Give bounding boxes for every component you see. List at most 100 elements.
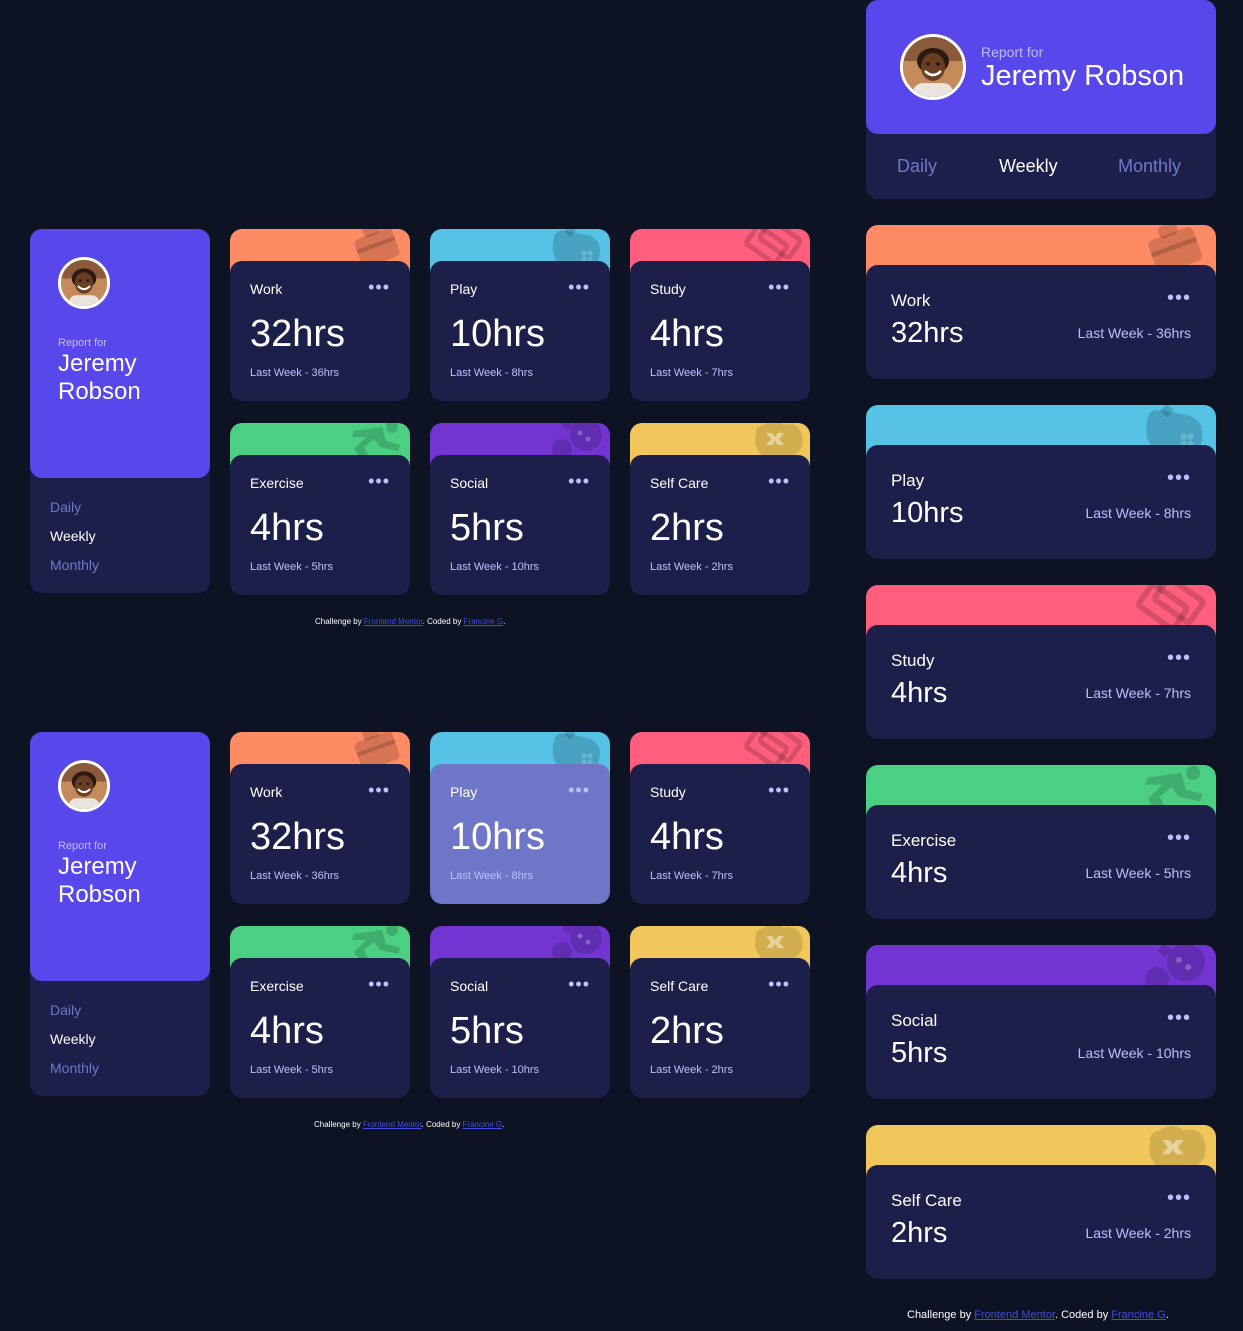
activity-card-exercise[interactable]: Exercise ••• 4hrs Last Week - 5hrs — [230, 423, 410, 595]
attribution-footer: Challenge by Frontend Mentor. Coded by F… — [907, 1309, 1169, 1321]
activity-title: Exercise — [250, 978, 304, 994]
activity-previous: Last Week - 5hrs — [250, 1064, 333, 1076]
activity-title: Work — [250, 784, 283, 800]
person-name-first: Jeremy — [58, 853, 137, 880]
activity-body[interactable]: Play ••• 10hrs Last Week - 8hrs — [866, 445, 1216, 559]
period-monthly[interactable]: Monthly — [1118, 156, 1181, 177]
activity-card-play[interactable]: Play ••• 10hrs Last Week - 8hrs — [430, 229, 610, 401]
activity-body[interactable]: Play ••• 10hrs Last Week - 8hrs — [430, 764, 610, 904]
ellipsis-menu-icon[interactable]: ••• — [1167, 1007, 1191, 1030]
activity-body[interactable]: Self Care ••• 2hrs Last Week - 2hrs — [630, 958, 810, 1098]
activity-body[interactable]: Work ••• 32hrs Last Week - 36hrs — [866, 265, 1216, 379]
briefcase-icon — [1136, 225, 1212, 274]
ellipsis-menu-icon[interactable]: ••• — [568, 780, 590, 801]
period-monthly[interactable]: Monthly — [50, 557, 99, 573]
activity-title: Play — [450, 281, 478, 297]
period-daily[interactable]: Daily — [897, 156, 937, 177]
activity-card-play[interactable]: Play ••• 10hrs Last Week - 8hrs — [866, 405, 1216, 559]
activity-previous: Last Week - 10hrs — [450, 1064, 540, 1076]
author-link[interactable]: Francine G — [1111, 1309, 1165, 1321]
activity-card-social[interactable]: Social ••• 5hrs Last Week - 10hrs — [430, 926, 610, 1098]
activity-card-play[interactable]: Play ••• 10hrs Last Week - 8hrs — [430, 732, 610, 904]
activity-body[interactable]: Study ••• 4hrs Last Week - 7hrs — [630, 764, 810, 904]
profile-header: Report for Jeremy Robson — [30, 732, 210, 981]
activity-title: Play — [450, 784, 478, 800]
ellipsis-menu-icon[interactable]: ••• — [768, 780, 790, 801]
activity-body[interactable]: Study ••• 4hrs Last Week - 7hrs — [866, 625, 1216, 739]
activity-body[interactable]: Self Care ••• 2hrs Last Week - 2hrs — [630, 455, 810, 595]
activity-body[interactable]: Study ••• 4hrs Last Week - 7hrs — [630, 261, 810, 401]
activity-title: Social — [450, 475, 489, 491]
activity-card-self-care[interactable]: Self Care ••• 2hrs Last Week - 2hrs — [866, 1125, 1216, 1279]
author-link[interactable]: Francine G — [464, 617, 504, 626]
activity-card-self-care[interactable]: Self Care ••• 2hrs Last Week - 2hrs — [630, 423, 810, 595]
period-daily[interactable]: Daily — [50, 1002, 81, 1018]
period-daily[interactable]: Daily — [50, 499, 81, 515]
ellipsis-menu-icon[interactable]: ••• — [368, 974, 390, 995]
period-monthly[interactable]: Monthly — [50, 1060, 99, 1076]
activity-card-study[interactable]: Study ••• 4hrs Last Week - 7hrs — [630, 229, 810, 401]
activity-card-exercise[interactable]: Exercise ••• 4hrs Last Week - 5hrs — [866, 765, 1216, 919]
desktop-dashboard-1: Report for Jeremy Robson Daily Weekly Monthly… — [30, 229, 810, 595]
activity-card-work[interactable]: Work ••• 32hrs Last Week - 36hrs — [866, 225, 1216, 379]
activity-title: Social — [450, 978, 489, 994]
ellipsis-menu-icon[interactable]: ••• — [1167, 1187, 1191, 1210]
profile-header: Report for Jeremy Robson — [30, 229, 210, 478]
activity-body[interactable]: Social ••• 5hrs Last Week - 10hrs — [430, 958, 610, 1098]
frontend-mentor-link[interactable]: Frontend Mentor — [363, 1120, 422, 1129]
ellipsis-menu-icon[interactable]: ••• — [1167, 647, 1191, 670]
ellipsis-menu-icon[interactable]: ••• — [568, 277, 590, 298]
activity-body[interactable]: Play ••• 10hrs Last Week - 8hrs — [430, 261, 610, 401]
footer-suffix: . — [502, 1120, 505, 1129]
activity-card-exercise[interactable]: Exercise ••• 4hrs Last Week - 5hrs — [230, 926, 410, 1098]
frontend-mentor-link[interactable]: Frontend Mentor — [364, 617, 423, 626]
ellipsis-menu-icon[interactable]: ••• — [768, 277, 790, 298]
frontend-mentor-link[interactable]: Frontend Mentor — [974, 1309, 1055, 1321]
ellipsis-menu-icon[interactable]: ••• — [568, 974, 590, 995]
ellipsis-menu-icon[interactable]: ••• — [568, 471, 590, 492]
ellipsis-menu-icon[interactable]: ••• — [768, 974, 790, 995]
activity-body[interactable]: Social ••• 5hrs Last Week - 10hrs — [430, 455, 610, 595]
activity-body[interactable]: Work ••• 32hrs Last Week - 36hrs — [230, 261, 410, 401]
activity-body[interactable]: Work ••• 32hrs Last Week - 36hrs — [230, 764, 410, 904]
period-weekly[interactable]: Weekly — [50, 528, 96, 544]
activity-card-social[interactable]: Social ••• 5hrs Last Week - 10hrs — [430, 423, 610, 595]
activity-body[interactable]: Social ••• 5hrs Last Week - 10hrs — [866, 985, 1216, 1099]
period-weekly[interactable]: Weekly — [999, 156, 1058, 177]
activity-title: Play — [891, 471, 925, 490]
ellipsis-menu-icon[interactable]: ••• — [368, 780, 390, 801]
report-for-label: Report for — [981, 44, 1044, 60]
period-weekly[interactable]: Weekly — [50, 1031, 96, 1047]
activity-previous: Last Week - 2hrs — [650, 561, 733, 573]
activity-body[interactable]: Exercise ••• 4hrs Last Week - 5hrs — [230, 958, 410, 1098]
activity-body[interactable]: Exercise ••• 4hrs Last Week - 5hrs — [230, 455, 410, 595]
author-link[interactable]: Francine G — [463, 1120, 503, 1129]
ellipsis-menu-icon[interactable]: ••• — [1167, 467, 1191, 490]
activity-card-study[interactable]: Study ••• 4hrs Last Week - 7hrs — [630, 732, 810, 904]
activity-hours: 4hrs — [891, 677, 948, 709]
book-icon — [1136, 585, 1212, 632]
ellipsis-menu-icon[interactable]: ••• — [1167, 287, 1191, 310]
ellipsis-menu-icon[interactable]: ••• — [368, 277, 390, 298]
running-icon — [1136, 765, 1212, 814]
activity-card-social[interactable]: Social ••• 5hrs Last Week - 10hrs — [866, 945, 1216, 1099]
activity-card-work[interactable]: Work ••• 32hrs Last Week - 36hrs — [230, 732, 410, 904]
profile-card: Report for Jeremy Robson Daily Weekly Monthly — [30, 229, 210, 593]
activity-card-study[interactable]: Study ••• 4hrs Last Week - 7hrs — [866, 585, 1216, 739]
activity-previous: Last Week - 2hrs — [1085, 1225, 1191, 1241]
activity-title: Self Care — [891, 1191, 962, 1210]
footer-middle: . Coded by — [1055, 1309, 1112, 1321]
person-name-first: Jeremy — [58, 350, 137, 377]
activity-hours: 4hrs — [650, 313, 724, 355]
footer-middle: . Coded by — [421, 1120, 463, 1129]
activity-body[interactable]: Exercise ••• 4hrs Last Week - 5hrs — [866, 805, 1216, 919]
activity-card-self-care[interactable]: Self Care ••• 2hrs Last Week - 2hrs — [630, 926, 810, 1098]
ellipsis-menu-icon[interactable]: ••• — [368, 471, 390, 492]
ellipsis-menu-icon[interactable]: ••• — [1167, 827, 1191, 850]
activity-title: Self Care — [650, 475, 709, 491]
activity-card-work[interactable]: Work ••• 32hrs Last Week - 36hrs — [230, 229, 410, 401]
activity-previous: Last Week - 5hrs — [250, 561, 333, 573]
ellipsis-menu-icon[interactable]: ••• — [768, 471, 790, 492]
activity-title: Study — [650, 281, 686, 297]
activity-body[interactable]: Self Care ••• 2hrs Last Week - 2hrs — [866, 1165, 1216, 1279]
